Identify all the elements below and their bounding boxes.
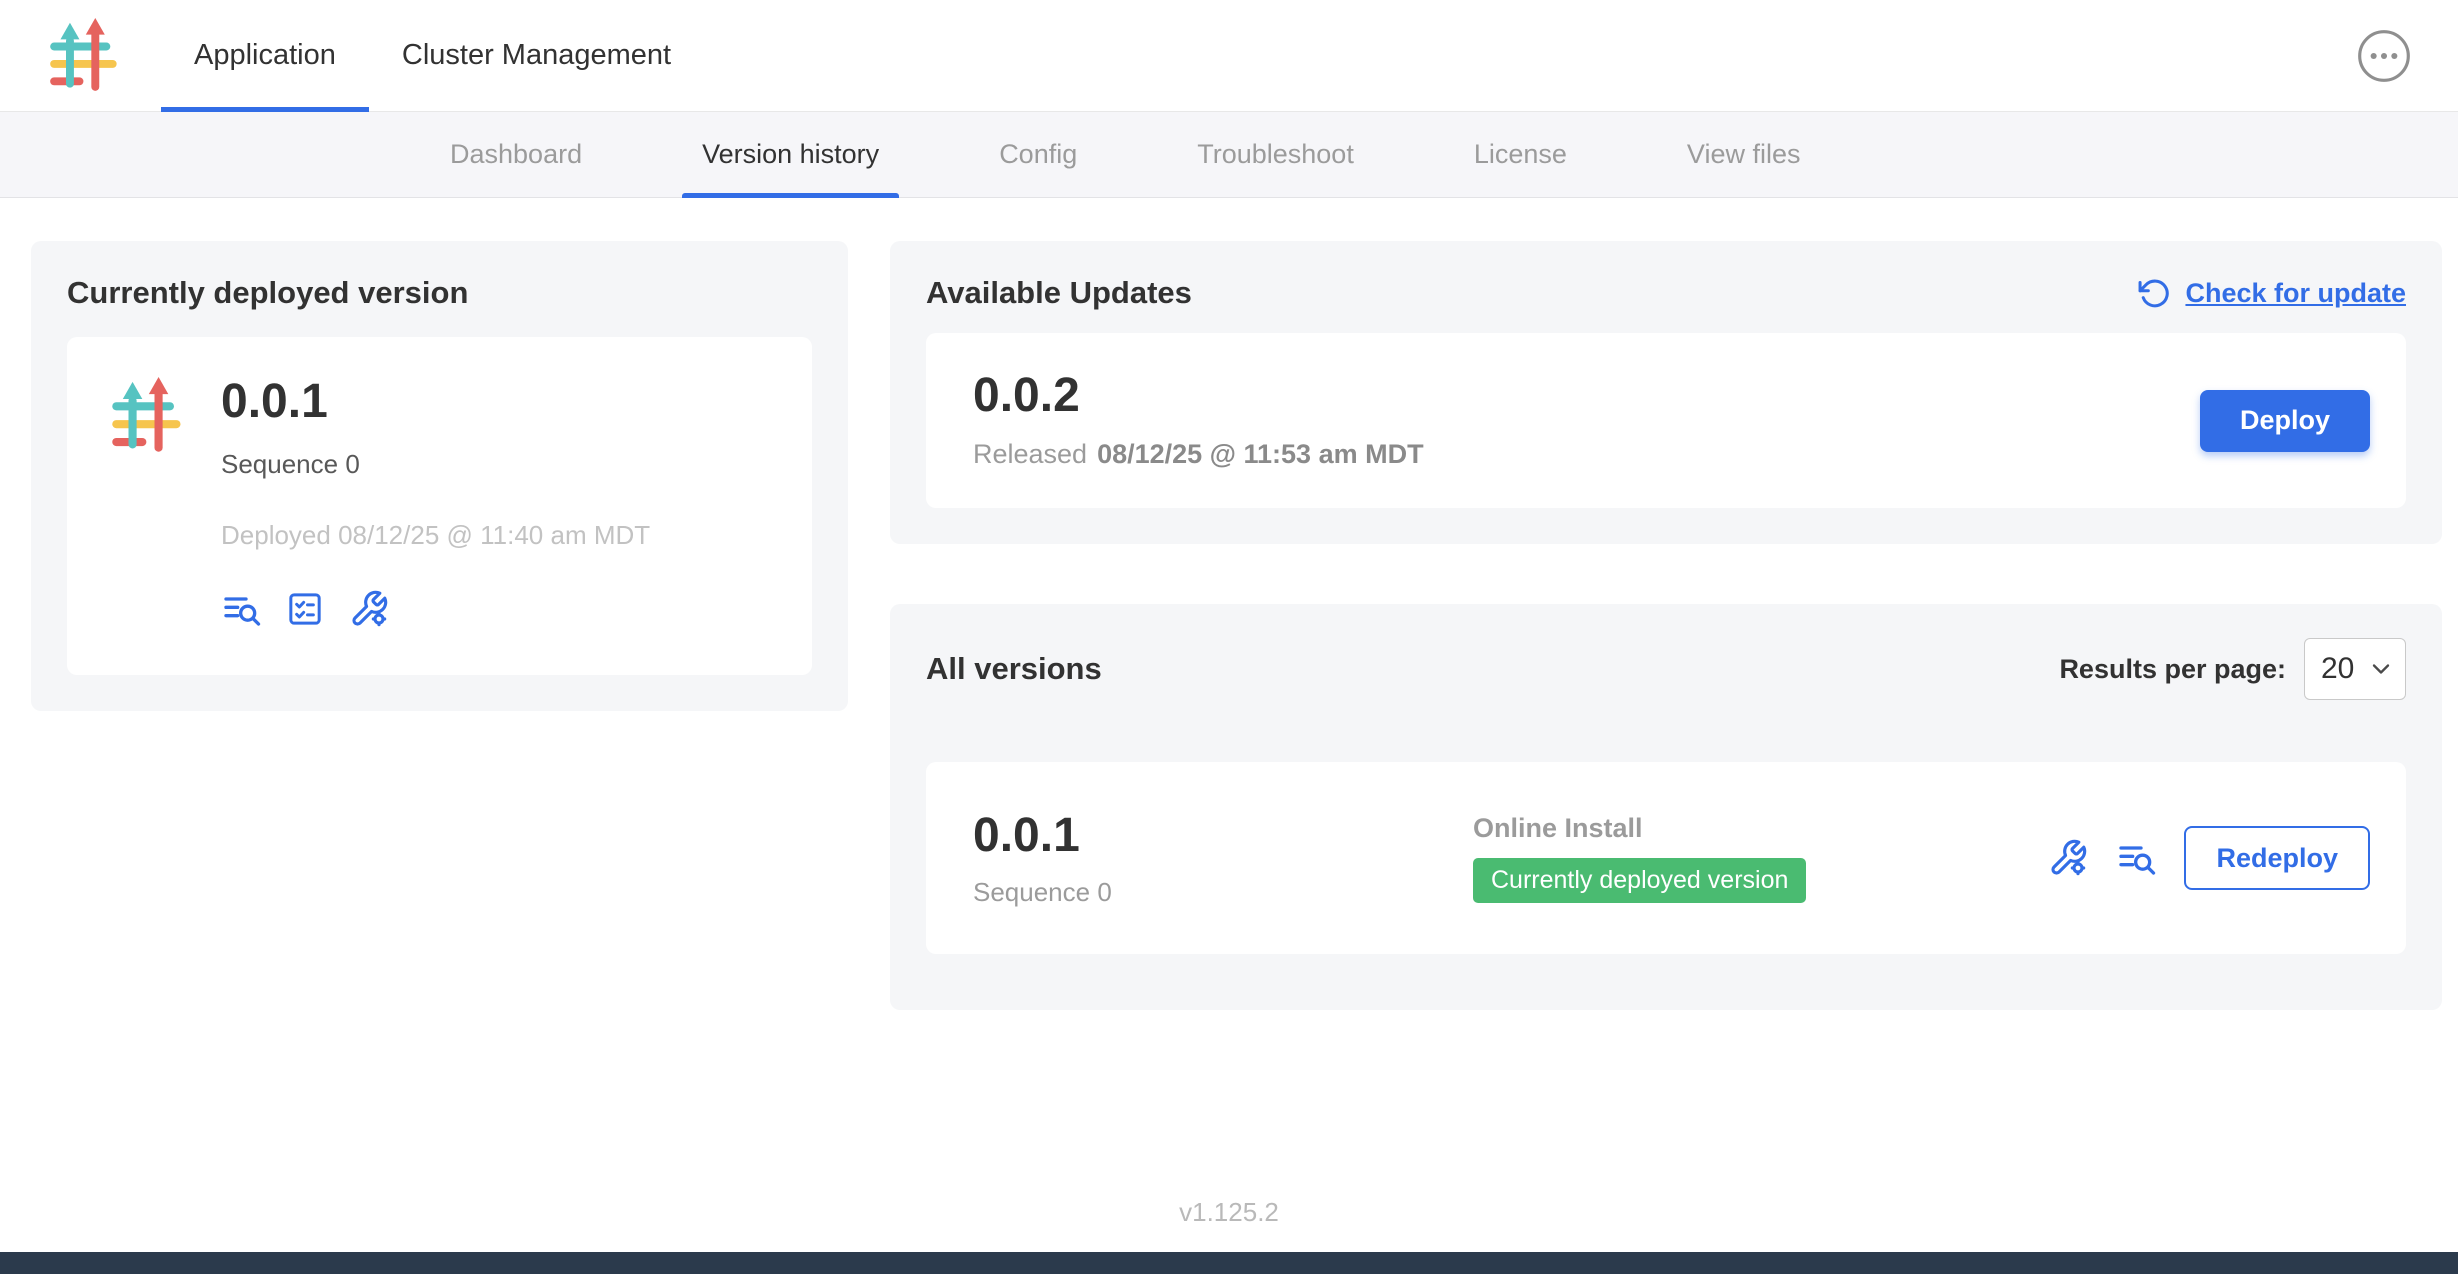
version-row-sequence: Sequence 0 — [973, 877, 1473, 908]
deployed-sequence: Sequence 0 — [221, 449, 650, 480]
top-navbar: Application Cluster Management — [0, 0, 2458, 112]
update-info: 0.0.2 Released 08/12/25 @ 11:53 am MDT — [973, 371, 1424, 470]
main-content: Currently deployed version 0.0.1 Sequenc… — [0, 198, 2458, 1151]
refresh-icon — [2138, 277, 2171, 310]
overflow-menu-button[interactable] — [2357, 29, 2411, 83]
deployed-version-panel: 0.0.1 Sequence 0 Deployed 08/12/25 @ 11:… — [67, 337, 812, 675]
subnav-item-version-history[interactable]: Version history — [682, 112, 899, 197]
version-row-info: 0.0.1 Sequence 0 — [973, 808, 1473, 908]
deployed-version-info: 0.0.1 Sequence 0 Deployed 08/12/25 @ 11:… — [221, 377, 650, 629]
tab-cluster-management-label: Cluster Management — [402, 39, 671, 72]
all-versions-card: All versions Results per page: 20 — [890, 604, 2442, 1010]
results-per-page-value: 20 — [2321, 652, 2354, 686]
deployed-timestamp: Deployed 08/12/25 @ 11:40 am MDT — [221, 520, 650, 551]
available-updates-header: Available Updates Check for update — [926, 275, 2406, 311]
row-deploy-logs-icon[interactable] — [2116, 838, 2156, 878]
check-for-update-label: Check for update — [2185, 278, 2406, 309]
deploy-logs-icon[interactable] — [221, 589, 261, 629]
currently-deployed-title: Currently deployed version — [67, 275, 812, 311]
page-footer: v1.125.2 — [0, 1151, 2458, 1252]
app-logo-icon[interactable] — [47, 18, 123, 94]
update-row: 0.0.2 Released 08/12/25 @ 11:53 am MDT De… — [926, 333, 2406, 508]
tab-application[interactable]: Application — [161, 0, 369, 111]
subnav-item-view-files[interactable]: View files — [1667, 112, 1821, 197]
version-row-status: Online Install Currently deployed versio… — [1473, 813, 2048, 903]
install-type-label: Online Install — [1473, 813, 2048, 844]
subnav-item-dashboard[interactable]: Dashboard — [430, 112, 602, 197]
version-row: 0.0.1 Sequence 0 Online Install Currentl… — [926, 762, 2406, 954]
check-for-update-link[interactable]: Check for update — [2138, 277, 2406, 310]
primary-nav: Application Cluster Management — [161, 0, 704, 111]
tab-cluster-management[interactable]: Cluster Management — [369, 0, 704, 111]
all-versions-header: All versions Results per page: 20 — [926, 638, 2406, 700]
update-released-line: Released 08/12/25 @ 11:53 am MDT — [973, 439, 1424, 470]
available-updates-card: Available Updates Check for update 0.0.2 — [890, 241, 2442, 544]
right-column: Available Updates Check for update 0.0.2 — [890, 241, 2442, 1010]
subnav-item-license[interactable]: License — [1454, 112, 1587, 197]
bottom-dark-bar — [0, 1252, 2458, 1274]
row-edit-config-wrench-gear-icon[interactable] — [2048, 838, 2088, 878]
app-subnav: Dashboard Version history Config Trouble… — [0, 112, 2458, 198]
results-per-page-select[interactable]: 20 — [2304, 638, 2406, 700]
currently-deployed-badge: Currently deployed version — [1473, 858, 1806, 903]
deployed-actions — [221, 589, 650, 629]
results-per-page: Results per page: 20 — [2059, 638, 2406, 700]
version-row-number: 0.0.1 — [973, 808, 1473, 863]
tab-application-label: Application — [194, 39, 336, 72]
deploy-button[interactable]: Deploy — [2200, 390, 2370, 452]
subnav-item-troubleshoot[interactable]: Troubleshoot — [1177, 112, 1374, 197]
version-row-actions: Redeploy — [2048, 826, 2370, 890]
chevron-down-icon — [2367, 655, 2395, 683]
subnav-item-config[interactable]: Config — [979, 112, 1097, 197]
results-per-page-label: Results per page: — [2059, 654, 2286, 685]
currently-deployed-card: Currently deployed version 0.0.1 Sequenc… — [31, 241, 848, 711]
deployed-version-number: 0.0.1 — [221, 377, 650, 427]
app-version-icon — [109, 377, 187, 455]
available-updates-title: Available Updates — [926, 275, 1192, 311]
preflight-checklist-icon[interactable] — [285, 589, 325, 629]
ellipsis-icon — [2357, 29, 2411, 83]
redeploy-button[interactable]: Redeploy — [2184, 826, 2370, 890]
all-versions-title: All versions — [926, 651, 1102, 687]
released-timestamp: 08/12/25 @ 11:53 am MDT — [1097, 439, 1424, 469]
console-version: v1.125.2 — [1179, 1197, 1279, 1228]
released-label: Released — [973, 439, 1087, 469]
update-version-number: 0.0.2 — [973, 371, 1424, 421]
edit-config-wrench-gear-icon[interactable] — [349, 589, 389, 629]
